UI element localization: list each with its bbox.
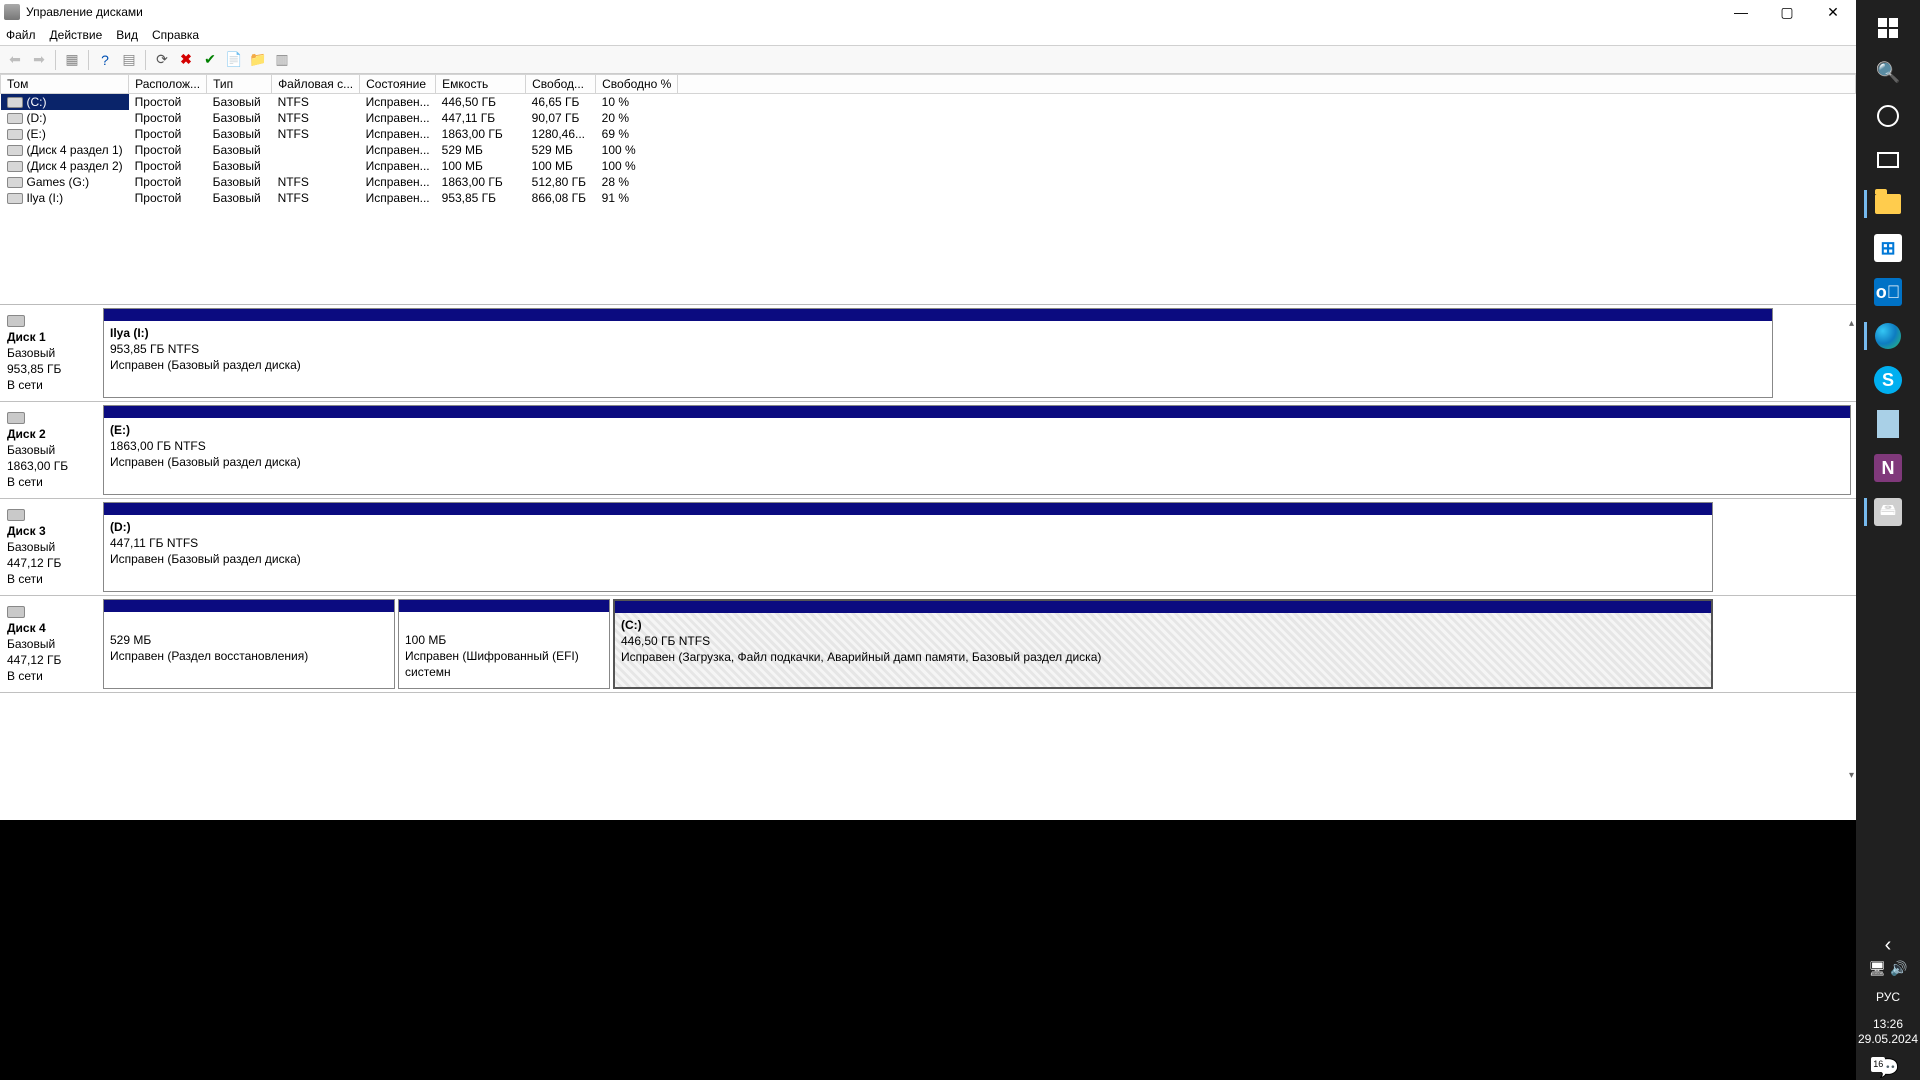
column-header[interactable]: Состояние [360,75,436,94]
column-header[interactable]: Свободно % [596,75,678,94]
settings-icon[interactable]: ▤ [118,49,140,71]
column-header[interactable]: Файловая с... [272,75,360,94]
skype-button[interactable]: S [1864,358,1912,402]
diskmgmt-button[interactable]: 🖴 [1864,490,1912,534]
list-icon[interactable]: ▥ [271,49,293,71]
skype-icon: S [1874,366,1902,394]
disk-row: Диск 4Базовый447,12 ГБВ сети 529 МБИспра… [0,596,1856,693]
minimize-button[interactable]: — [1718,0,1764,24]
new-icon[interactable]: 📁 [247,49,269,71]
volume-row[interactable]: (C:)ПростойБазовыйNTFSИсправен...446,50 … [1,94,1856,111]
search-icon [1874,58,1902,86]
window-title: Управление дисками [26,5,143,19]
menu-help[interactable]: Справка [152,28,199,42]
desktop-background [0,820,1856,1080]
drive-icon [7,113,23,124]
taskview-button[interactable] [1864,138,1912,182]
drive-icon [7,129,23,140]
tray-time: 13:26 [1858,1017,1918,1032]
taskview-icon [1877,152,1899,168]
disk-row: Диск 1Базовый953,85 ГБВ сетиIlya (I:)953… [0,305,1856,402]
app-icon [4,4,20,20]
partition[interactable]: Ilya (I:)953,85 ГБ NTFSИсправен (Базовый… [103,308,1773,398]
tray-language[interactable]: РУС [1876,982,1900,1013]
action-center[interactable]: 💬16 [1877,1051,1899,1080]
cortana-button[interactable] [1864,94,1912,138]
volume-row[interactable]: Games (G:)ПростойБазовыйNTFSИсправен...1… [1,174,1856,190]
volume-row[interactable]: (D:)ПростойБазовыйNTFSИсправен...447,11 … [1,110,1856,126]
disk-row: Диск 2Базовый1863,00 ГБВ сети(E:)1863,00… [0,402,1856,499]
partition[interactable]: (E:)1863,00 ГБ NTFSИсправен (Базовый раз… [103,405,1851,495]
drive-icon [7,97,23,108]
outlook-icon: o⃝ [1874,278,1902,306]
disk-header[interactable]: Диск 3Базовый447,12 ГБВ сети [3,502,103,592]
disk-header[interactable]: Диск 4Базовый447,12 ГБВ сети [3,599,103,689]
menu-file[interactable]: Файл [6,28,36,42]
column-header[interactable]: Располож... [129,75,207,94]
diskmgmt-icon: 🖴 [1874,498,1902,526]
drive-icon [7,177,23,188]
menu-bar: Файл Действие Вид Справка [0,24,1856,46]
notif-badge: 16 [1871,1057,1885,1072]
close-button[interactable]: ✕ [1810,0,1856,24]
reader-button[interactable] [1864,402,1912,446]
nav-back-icon: ⬅ [4,49,26,71]
column-header[interactable]: Свобод... [526,75,596,94]
disk-header[interactable]: Диск 1Базовый953,85 ГБВ сети [3,308,103,398]
drive-icon [7,193,23,204]
cortana-icon [1877,105,1899,127]
onenote-icon: N [1874,454,1902,482]
nav-forward-icon: ➡ [28,49,50,71]
refresh-icon[interactable]: ⟳ [151,49,173,71]
delete-icon[interactable]: ✖ [175,49,197,71]
partition[interactable]: (D:)447,11 ГБ NTFSИсправен (Базовый разд… [103,502,1713,592]
menu-view[interactable]: Вид [116,28,138,42]
tray-clock[interactable]: 13:26 29.05.2024 [1858,1013,1918,1051]
splitter-down-icon[interactable]: ▾ [1849,770,1854,781]
maximize-button[interactable]: ▢ [1764,0,1810,24]
menu-action[interactable]: Действие [50,28,103,42]
folder-icon [1875,194,1901,214]
onenote-button[interactable]: N [1864,446,1912,490]
column-header[interactable]: Емкость [436,75,526,94]
taskbar: ⊞ o⃝ S N 🖴 🖥 🔊 РУС 13:26 29.05.2024 💬16 [1856,0,1920,1080]
properties-icon[interactable]: 📄 [223,49,245,71]
check-icon[interactable]: ✔ [199,49,221,71]
show-hide-console-icon[interactable]: ▦ [61,49,83,71]
splitter-up-icon[interactable]: ▴ [1849,318,1854,329]
reader-icon [1877,410,1899,438]
column-header[interactable]: Тип [207,75,272,94]
tray-icons[interactable]: 🖥 🔊 [1868,959,1907,982]
toolbar: ⬅ ➡ ▦ ? ▤ ⟳ ✖ ✔ 📄 📁 ▥ [0,46,1856,74]
drive-icon [7,161,23,172]
store-button[interactable]: ⊞ [1864,226,1912,270]
explorer-button[interactable] [1864,182,1912,226]
tray-overflow[interactable] [1885,934,1892,959]
outlook-button[interactable]: o⃝ [1864,270,1912,314]
drive-icon [7,145,23,156]
volume-row[interactable]: (E:)ПростойБазовыйNTFSИсправен...1863,00… [1,126,1856,142]
title-bar[interactable]: Управление дисками — ▢ ✕ [0,0,1856,24]
partition[interactable]: (C:)446,50 ГБ NTFSИсправен (Загрузка, Фа… [613,599,1713,689]
volume-row[interactable]: (Диск 4 раздел 1)ПростойБазовыйИсправен.… [1,142,1856,158]
search-button[interactable] [1864,50,1912,94]
volume-row[interactable]: Ilya (I:)ПростойБазовыйNTFSИсправен...95… [1,190,1856,206]
help-icon[interactable]: ? [94,49,116,71]
volume-list[interactable]: ТомРасполож...ТипФайловая с...СостояниеЕ… [0,74,1856,304]
partition[interactable]: 100 МБИсправен (Шифрованный (EFI) систем… [398,599,610,689]
tray-date: 29.05.2024 [1858,1032,1918,1047]
disk-icon [7,509,25,521]
disk-icon [7,315,25,327]
store-icon: ⊞ [1874,234,1902,262]
disk-header[interactable]: Диск 2Базовый1863,00 ГБВ сети [3,405,103,495]
volume-row[interactable]: (Диск 4 раздел 2)ПростойБазовыйИсправен.… [1,158,1856,174]
edge-icon [1875,323,1901,349]
start-button[interactable] [1864,6,1912,50]
column-header[interactable]: Том [1,75,129,94]
disk-icon [7,606,25,618]
partition[interactable]: 529 МБИсправен (Раздел восстановления) [103,599,395,689]
disk-icon [7,412,25,424]
disk-row: Диск 3Базовый447,12 ГБВ сети(D:)447,11 Г… [0,499,1856,596]
edge-button[interactable] [1864,314,1912,358]
